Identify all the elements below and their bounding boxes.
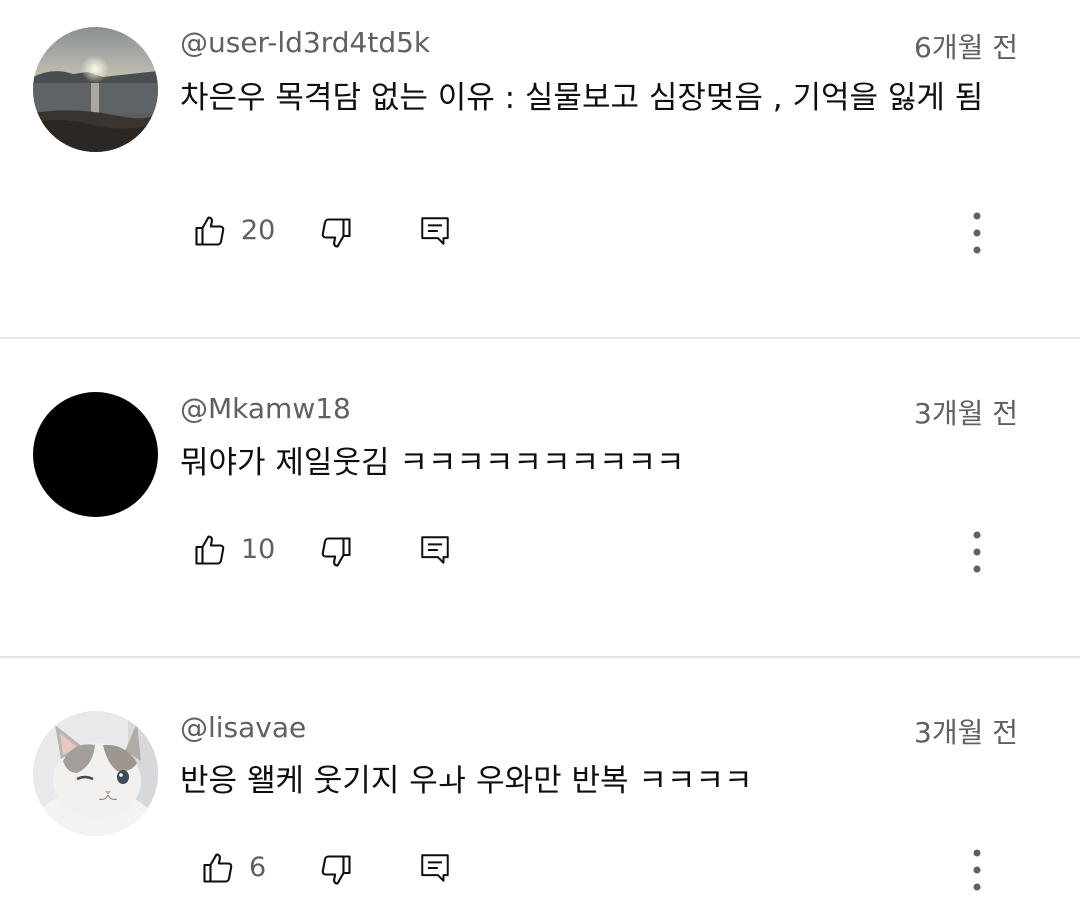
comment-author[interactable]: @lisavae: [180, 711, 306, 744]
comment-text: 차은우 목격담 없는 이유 : 실물보고 심장멎음 , 기억을 잃게 됨: [180, 80, 984, 116]
comment-actions: 6: [0, 848, 1080, 891]
comment-item: @lisavae 3개월 전 반응 왤케 웃기지 우ㅘ 우와만 반복 ㅋㅋㅋㅋ …: [0, 658, 1080, 913]
reply-icon[interactable]: [418, 214, 452, 248]
avatar-image: [33, 27, 158, 152]
thumbs-up-icon[interactable]: [192, 213, 228, 249]
comment-actions: 10: [0, 530, 1080, 573]
comment-item: @Mkamw18 3개월 전 뭐야가 제일웃김 ㅋㅋㅋㅋㅋㅋㅋㅋㅋㅋ 10: [0, 339, 1080, 657]
thumbs-up-icon[interactable]: [192, 532, 228, 568]
more-vertical-icon[interactable]: [971, 211, 983, 255]
thumbs-down-icon[interactable]: [318, 534, 354, 570]
reply-icon[interactable]: [418, 533, 452, 567]
more-vertical-icon[interactable]: [971, 848, 983, 892]
thumbs-down-icon[interactable]: [318, 852, 354, 888]
comment-text: 반응 왤케 웃기지 우ㅘ 우와만 반복 ㅋㅋㅋㅋ: [180, 763, 753, 799]
comment-author[interactable]: @Mkamw18: [180, 392, 351, 425]
comment-time: 3개월 전: [914, 716, 1018, 749]
comment-item: @user-ld3rd4td5k 6개월 전 차은우 목격담 없는 이유 : 실…: [0, 0, 1080, 338]
like-count: 20: [241, 215, 276, 246]
avatar[interactable]: [33, 27, 158, 152]
comment-text: 뭐야가 제일웃김 ㅋㅋㅋㅋㅋㅋㅋㅋㅋㅋ: [180, 445, 685, 481]
comment-time: 3개월 전: [914, 397, 1018, 430]
like-count: 10: [241, 534, 276, 565]
like-count: 6: [249, 852, 267, 883]
more-vertical-icon[interactable]: [971, 530, 983, 574]
comment-actions: 20: [0, 211, 1080, 254]
reply-icon[interactable]: [418, 851, 452, 885]
thumbs-up-icon[interactable]: [200, 850, 236, 886]
comment-time: 6개월 전: [914, 31, 1018, 64]
avatar-image: [33, 711, 158, 836]
avatar[interactable]: [33, 711, 158, 836]
avatar[interactable]: [33, 392, 158, 517]
thumbs-down-icon[interactable]: [318, 215, 354, 251]
comment-author[interactable]: @user-ld3rd4td5k: [180, 26, 430, 59]
